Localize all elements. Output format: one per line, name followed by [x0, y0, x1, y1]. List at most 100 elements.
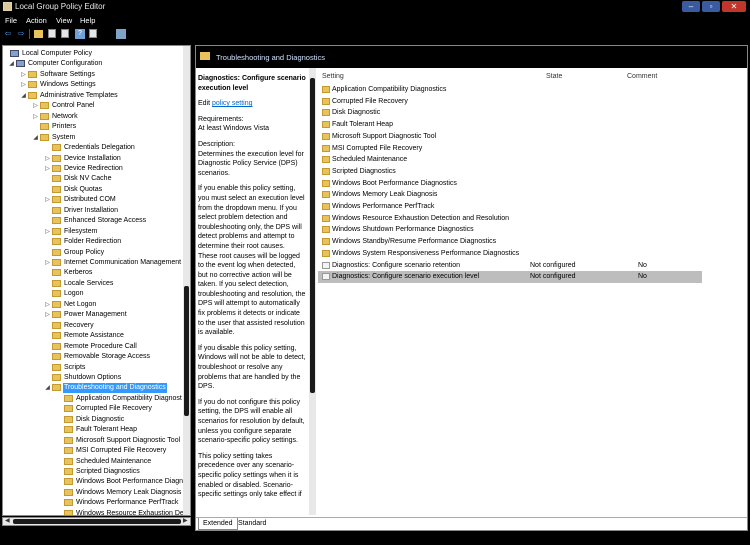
tree-item-label: Control Panel	[52, 102, 95, 110]
export-list-icon[interactable]	[61, 29, 69, 38]
collapse-arrow-icon[interactable]: ◢	[8, 59, 15, 69]
folder-row[interactable]: Windows Memory Leak Diagnosis	[318, 189, 702, 201]
title-bar: Local Group Policy Editor – ▫ ✕	[0, 0, 750, 14]
tree-item-label: Computer Configuration	[28, 60, 103, 68]
tree-item-label: Network	[52, 112, 78, 120]
menu-file[interactable]: File	[5, 16, 17, 25]
folder-row[interactable]: Scheduled Maintenance	[318, 154, 702, 166]
folder-icon	[52, 259, 61, 266]
scroll-thumb[interactable]	[184, 286, 189, 416]
tree-item-label: Scheduled Maintenance	[76, 457, 152, 465]
expand-arrow-icon[interactable]: ▷	[20, 70, 27, 80]
folder-row[interactable]: Corrupted File Recovery	[318, 96, 702, 108]
folder-icon	[52, 342, 61, 350]
tree-item-label: Power Management	[64, 311, 127, 319]
tree-item-label: Microsoft Support Diagnostic Tool	[76, 436, 181, 444]
column-comment[interactable]: Comment	[627, 73, 657, 80]
expand-arrow-icon[interactable]: ▷	[32, 112, 39, 122]
expand-arrow-icon[interactable]: ▷	[44, 310, 51, 320]
settings-list: Setting State Comment Application Compat…	[318, 68, 747, 515]
folder-row[interactable]: Windows Shutdown Performance Diagnostics	[318, 224, 702, 236]
tree-item-label: Corrupted File Recovery	[76, 405, 152, 413]
edit-policy-link[interactable]: policy setting	[212, 100, 252, 107]
status-bar	[0, 531, 750, 545]
show-hide-tree-icon[interactable]	[34, 30, 43, 38]
details-pane: Troubleshooting and Diagnostics Diagnost…	[195, 45, 748, 531]
description-scrollbar[interactable]	[309, 68, 316, 515]
folder-icon	[28, 70, 37, 78]
tree-item-label: Administrative Templates	[40, 91, 118, 99]
menu-help[interactable]: Help	[80, 16, 95, 25]
description-panel: Diagnostics: Configure scenario executio…	[196, 68, 317, 515]
pane-header-title: Troubleshooting and Diagnostics	[216, 53, 325, 62]
folder-row[interactable]: Windows System Responsiveness Performanc…	[318, 248, 702, 260]
expand-arrow-icon[interactable]: ▷	[44, 227, 51, 237]
folder-row[interactable]: Windows Resource Exhaustion Detection an…	[318, 213, 702, 225]
folder-row[interactable]: Scripted Diagnostics	[318, 166, 702, 178]
policy-row[interactable]: Diagnostics: Configure scenario retentio…	[318, 260, 702, 272]
tree-item-label: Software Settings	[40, 70, 95, 78]
properties-icon[interactable]	[48, 29, 56, 38]
column-setting[interactable]: Setting	[322, 73, 344, 80]
minimize-button[interactable]: –	[682, 1, 700, 12]
folder-row[interactable]: Windows Standby/Resume Performance Diagn…	[318, 236, 702, 248]
folder-icon	[322, 191, 330, 199]
policy-row[interactable]: Diagnostics: Configure scenario executio…	[318, 271, 702, 283]
help-icon[interactable]: ?	[75, 29, 85, 39]
collapse-arrow-icon[interactable]: ◢	[32, 133, 39, 143]
menu-view[interactable]: View	[56, 16, 72, 25]
folder-row[interactable]: Fault Tolerant Heap	[318, 119, 702, 131]
back-arrow-icon[interactable]: ⇦	[3, 29, 13, 39]
tree-item-label: Scripts	[64, 363, 86, 371]
expand-arrow-icon[interactable]: ▷	[20, 80, 27, 90]
tree-item-label: Removable Storage Access	[64, 353, 150, 361]
setting-cell: Disk Diagnostic	[332, 109, 381, 117]
setting-cell: Windows Standby/Resume Performance Diagn…	[332, 238, 497, 246]
close-button[interactable]: ✕	[722, 1, 746, 12]
folder-row[interactable]: Disk Diagnostic	[318, 107, 702, 119]
extended-view-icon[interactable]	[89, 29, 97, 38]
folder-icon	[52, 154, 61, 162]
column-state[interactable]: State	[546, 73, 562, 80]
folder-row[interactable]: Application Compatibility Diagnostics	[318, 84, 702, 96]
folder-row[interactable]: Windows Performance PerfTrack	[318, 201, 702, 213]
expand-arrow-icon[interactable]: ▷	[44, 164, 51, 174]
menu-action[interactable]: Action	[26, 16, 47, 25]
filter-icon[interactable]	[116, 29, 126, 39]
folder-icon	[322, 214, 330, 222]
scroll-thumb[interactable]	[310, 78, 315, 393]
expand-arrow-icon[interactable]: ▷	[44, 195, 51, 205]
folder-row[interactable]: MSI Corrupted File Recovery	[318, 143, 702, 155]
description-enable: If you enable this policy setting, you m…	[198, 185, 306, 337]
tree-horizontal-scrollbar[interactable]: ◀ ▶	[2, 517, 191, 526]
forward-arrow-icon[interactable]: ⇨	[16, 29, 26, 39]
expand-arrow-icon[interactable]: ▷	[44, 154, 51, 164]
scroll-right-icon[interactable]: ▶	[183, 518, 188, 525]
expand-arrow-icon[interactable]: ▷	[44, 300, 51, 310]
folder-icon	[52, 363, 61, 371]
folder-row[interactable]: Windows Boot Performance Diagnostics	[318, 178, 702, 190]
scroll-left-icon[interactable]: ◀	[5, 518, 10, 525]
folder-icon	[322, 144, 330, 152]
maximize-button[interactable]: ▫	[702, 1, 720, 12]
scroll-thumb[interactable]	[13, 519, 181, 524]
tree-vertical-scrollbar[interactable]	[183, 46, 190, 515]
expand-arrow-icon[interactable]: ▷	[32, 101, 39, 111]
collapse-arrow-icon[interactable]: ◢	[20, 91, 27, 101]
folder-icon	[64, 499, 73, 507]
collapse-arrow-icon[interactable]: ◢	[44, 383, 51, 393]
navigation-tree[interactable]: Local Computer Policy ◢ Computer Configura…	[2, 45, 191, 516]
tab-extended[interactable]: Extended	[198, 518, 238, 530]
tree-item-label: Enhanced Storage Access	[64, 217, 147, 225]
folder-icon	[52, 175, 61, 183]
folder-row[interactable]: Microsoft Support Diagnostic Tool	[318, 131, 702, 143]
tree-item-label: Windows Performance PerfTrack	[76, 499, 179, 507]
folder-icon	[52, 353, 61, 361]
tab-standard[interactable]: Standard	[234, 518, 270, 530]
policy-title: Diagnostics: Configure scenario executio…	[198, 75, 306, 92]
expand-arrow-icon[interactable]: ▷	[44, 258, 51, 268]
description-label: Description:	[198, 140, 235, 148]
policy-icon	[322, 261, 330, 269]
folder-icon	[52, 164, 61, 172]
folder-icon	[64, 509, 73, 515]
